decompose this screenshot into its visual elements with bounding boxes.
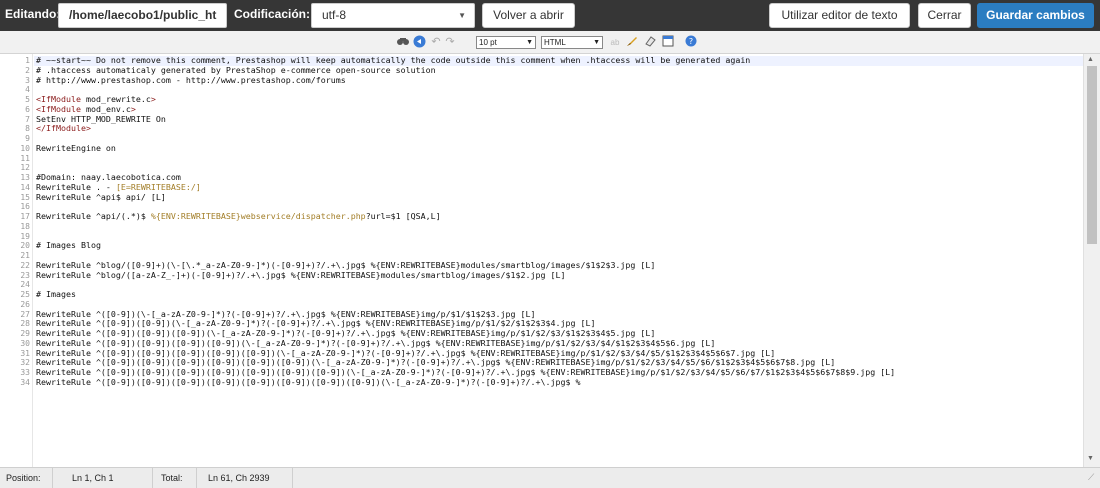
line-number: 23 [20,270,30,280]
code-line[interactable]: </IfModule> [36,123,91,134]
line-number: 18 [20,221,30,231]
vertical-scrollbar[interactable]: ▲ ▼ [1083,54,1100,467]
chevron-down-icon: ▼ [458,11,466,20]
line-number: 28 [20,319,30,329]
find-icon[interactable] [396,35,410,50]
line-number: 27 [20,309,30,319]
use-text-editor-button[interactable]: Utilizar editor de texto [769,3,910,28]
line-number: 12 [20,163,30,173]
line-number: 10 [20,143,30,153]
code-line[interactable]: RewriteRule ^([0-9])([0-9])([0-9])([0-9]… [36,338,715,349]
scroll-up-icon[interactable]: ▲ [1087,56,1094,63]
line-number: 2 [25,65,30,75]
goto-icon[interactable] [412,35,426,50]
line-number: 32 [20,358,30,368]
code-line[interactable]: RewriteRule ^api/(.*)$ %{ENV:REWRITEBASE… [36,211,441,222]
total-value: Ln 61, Ch 2939 [208,473,270,483]
line-number: 7 [25,114,30,124]
total-label: Total: [161,473,183,483]
line-number: 1 [25,56,30,65]
resize-grip-icon[interactable]: ⟋ [1088,472,1094,483]
redo-icon[interactable]: ↷ [444,35,456,50]
code-line[interactable]: RewriteRule ^blog/([0-9]+)(\-[\.*_a-zA-Z… [36,260,655,271]
scroll-thumb[interactable] [1087,66,1097,244]
scroll-down-icon[interactable]: ▼ [1087,455,1094,462]
close-button[interactable]: Cerrar [918,3,971,28]
position-label: Position: [6,473,41,483]
undo-icon[interactable]: ↶ [430,35,442,50]
code-line[interactable]: # .htaccess automaticaly generated by Pr… [36,65,436,76]
chevron-down-icon: ▼ [526,39,533,46]
encoding-select[interactable]: utf-8 ▼ [311,3,475,28]
file-path-input[interactable]: /home/laecobo1/public_ht [58,3,227,28]
line-number: 25 [20,290,30,299]
fullscreen-icon[interactable] [661,35,675,50]
save-changes-button[interactable]: Guardar cambios [977,3,1094,28]
editor-toolbar: ↶ ↷ 10 pt ▼ HTML ▼ ab ? [0,31,1100,54]
code-line[interactable]: <IfModule mod_env.c> [36,104,136,115]
code-line[interactable]: RewriteRule ^api$ api/ [L] [36,192,166,203]
chevron-down-icon: ▼ [593,39,600,46]
code-line[interactable]: RewriteEngine on [36,143,116,154]
eraser-icon[interactable] [643,35,657,50]
line-number: 6 [25,104,30,114]
line-number: 26 [20,299,30,309]
line-number: 13 [20,173,30,182]
reopen-button[interactable]: Volver a abrir [482,3,575,28]
editor-header: Editando: /home/laecobo1/public_ht Codif… [0,0,1100,31]
line-number-gutter: 1 2 3 4 5 6 7 8 9 10 11 12 13 14 15 16 17 18 19 20 21 22 23 24 2… [0,54,33,467]
code-editor[interactable]: 1 2 3 4 5 6 7 8 9 10 11 12 13 14 15 16 17 18 19 20 21 22 23 24 2… [0,54,1083,467]
code-line[interactable]: # Images [36,289,76,300]
highlight-toggle-icon[interactable]: ab [609,35,621,50]
line-number: 20 [20,241,30,251]
syntax-value: HTML [544,38,566,47]
line-number: 21 [20,251,30,260]
line-number: 34 [20,377,30,387]
svg-text:?: ? [689,37,693,46]
encoding-value: utf-8 [322,8,347,22]
line-number: 29 [20,329,30,338]
code-line[interactable]: # Images Blog [36,241,101,251]
line-number: 30 [20,338,30,348]
position-value: Ln 1, Ch 1 [72,473,114,483]
code-line[interactable]: RewriteRule ^blog/([a-zA-Z_-]+)(-[0-9]+)… [36,270,566,281]
line-number: 33 [20,368,30,377]
code-line[interactable]: RewriteRule . - [E=REWRITEBASE:/] [36,182,201,193]
encoding-label: Codificación: [234,7,311,21]
editing-label: Editando: [5,7,61,21]
status-bar: Position: Ln 1, Ch 1 Total: Ln 61, Ch 29… [0,467,1100,488]
line-number: 31 [20,348,30,358]
line-number: 3 [25,75,30,85]
line-number: 8 [25,124,30,134]
line-number: 9 [25,134,30,143]
code-line[interactable]: # http://www.prestashop.com - http://www… [36,75,346,86]
syntax-select[interactable]: HTML ▼ [541,36,603,49]
line-number: 14 [20,182,30,192]
line-number: 22 [20,260,30,270]
line-number: 24 [20,280,30,290]
font-size-select[interactable]: 10 pt ▼ [476,36,536,49]
font-size-value: 10 pt [479,38,497,47]
line-number: 19 [20,231,30,241]
line-number: 11 [20,153,30,163]
line-number: 16 [20,202,30,212]
line-number: 15 [20,192,30,202]
reset-highlight-icon[interactable] [625,35,639,50]
line-number: 17 [20,212,30,221]
line-number: 5 [25,95,30,104]
line-number: 4 [25,85,30,95]
code-line[interactable]: RewriteRule ^([0-9])([0-9])([0-9])([0-9]… [36,377,580,388]
help-icon[interactable]: ? [684,35,698,50]
